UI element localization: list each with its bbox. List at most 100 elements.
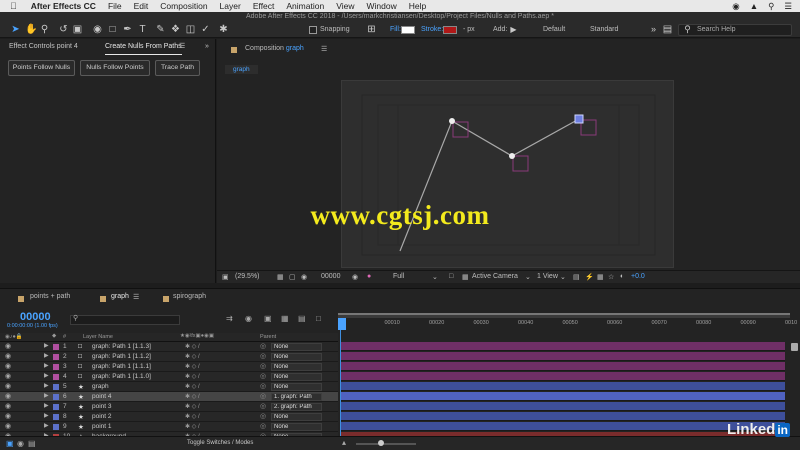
fill-label[interactable]: Fill: [390, 26, 401, 33]
mask-toggle-icon[interactable]: ▢ [289, 273, 296, 281]
brush-tool-icon[interactable]: ✎ [155, 24, 166, 35]
label-color[interactable] [53, 384, 59, 390]
current-time-indicator[interactable] [338, 318, 346, 330]
pick-whip-icon[interactable]: ◎ [260, 422, 266, 430]
exposure-value[interactable]: +0.0 [631, 273, 645, 280]
switches-column-icon[interactable]: ★◉\fx▣●◉▣ [180, 333, 214, 339]
zoom-slider[interactable] [356, 443, 416, 445]
channel-icon[interactable]: ● [367, 273, 371, 280]
flowchart-icon[interactable]: ☆ [608, 273, 614, 281]
layer-name[interactable]: graph: Path 1 [1.1.1] [92, 363, 151, 370]
comp-panel-title[interactable]: Composition graph [245, 45, 304, 52]
fill-swatch[interactable] [401, 26, 415, 34]
motion-blur-icon[interactable]: □ [316, 314, 321, 323]
menu-view[interactable]: View [330, 1, 360, 11]
snapping-checkbox[interactable] [309, 26, 317, 34]
draft-3d-icon[interactable]: ◉ [245, 314, 252, 323]
layer-row[interactable]: ◉ ▶ 4 □ graph: Path 1 [1.1.0] ✱ ◇ / ◎ None [0, 372, 338, 382]
menu-edit[interactable]: Edit [128, 1, 155, 11]
expand-triangle-icon[interactable]: ▶ [44, 342, 49, 349]
expand-triangle-icon[interactable]: ▶ [44, 402, 49, 409]
type-tool-icon[interactable]: T [137, 24, 148, 35]
menu-app[interactable]: After Effects CC [25, 1, 102, 11]
tab-graph-menu-icon[interactable]: ☰ [133, 293, 139, 301]
expand-triangle-icon[interactable]: ▶ [44, 382, 49, 389]
layer-name[interactable]: graph [92, 383, 109, 390]
tab-create-nulls[interactable]: Create Nulls From Paths [105, 39, 182, 55]
layer-row[interactable]: ◉ ▶ 7 ★ point 3 ✱ ◇ / ◎ 2. graph: Path [0, 402, 338, 412]
visibility-eye-icon[interactable]: ◉ [5, 362, 11, 370]
layer-duration-bar[interactable] [340, 392, 785, 401]
more-workspaces-icon[interactable]: » [648, 24, 659, 35]
search-help-input[interactable]: Search Help [678, 24, 792, 36]
parent-select[interactable]: 1. graph: Path [271, 393, 322, 401]
layer-row[interactable]: ◉ ▶ 2 □ graph: Path 1 [1.1.2] ✱ ◇ / ◎ None [0, 352, 338, 362]
layer-duration-bar[interactable] [340, 342, 785, 351]
expand-triangle-icon[interactable]: ▶ [44, 352, 49, 359]
expand-triangle-icon[interactable]: ▶ [44, 422, 49, 429]
layer-name[interactable]: graph: Path 1 [1.1.2] [92, 353, 151, 360]
snap-options-icon[interactable]: ⊞ [366, 24, 377, 35]
selected-path-vertex[interactable] [574, 114, 584, 124]
parent-select[interactable]: None [271, 423, 322, 431]
comp-panel-menu-icon[interactable]: ☰ [321, 45, 327, 53]
menu-composition[interactable]: Composition [154, 1, 213, 11]
parent-select[interactable]: None [271, 343, 322, 351]
layer-name-column[interactable]: Layer Name [83, 334, 113, 340]
transfer-controls-icon[interactable]: ◉ [17, 439, 24, 448]
grid-icon[interactable]: ▦ [277, 273, 284, 281]
camera-select[interactable]: Active Camera [472, 273, 518, 280]
panel-menu-icon[interactable]: ☰ [179, 39, 185, 55]
switches-icon[interactable]: ✱ ◇ / [185, 343, 200, 350]
layer-name[interactable]: point 4 [92, 393, 112, 400]
pick-whip-icon[interactable]: ◎ [260, 352, 266, 360]
pen-tool-icon[interactable]: ✒ [122, 24, 133, 35]
stroke-label[interactable]: Stroke: [421, 26, 443, 33]
in-out-icon[interactable]: ▤ [28, 439, 36, 448]
switches-icon[interactable]: ✱ ◇ / [185, 353, 200, 360]
layer-name[interactable]: point 3 [92, 403, 112, 410]
workspace-default[interactable]: Default [543, 26, 565, 33]
exposure-icon[interactable]: ◐ [620, 273, 624, 280]
layer-row[interactable]: ◉ ▶ 5 ★ graph ✱ ◇ / ◎ None [0, 382, 338, 392]
label-color[interactable] [53, 424, 59, 430]
hand-tool-icon[interactable]: ✋ [25, 24, 37, 35]
resolution-chevron-icon[interactable]: ⌄ [432, 273, 438, 281]
pick-whip-icon[interactable]: ◎ [260, 342, 266, 350]
pick-whip-icon[interactable]: ◎ [260, 372, 266, 380]
parent-select[interactable]: None [271, 353, 322, 361]
switches-icon[interactable]: ✱ ◇ / [185, 403, 200, 410]
layer-duration-bar[interactable] [340, 352, 785, 361]
puppet-tool-icon[interactable]: ✱ [218, 24, 229, 35]
null-box[interactable] [512, 155, 529, 172]
timeline-icon[interactable]: ▦ [597, 273, 604, 281]
resolution-select[interactable]: Full [393, 273, 404, 280]
number-column-icon[interactable]: # [63, 334, 66, 340]
zoom-slider-handle[interactable] [378, 440, 384, 446]
timeline-scrollbar-handle[interactable] [791, 343, 798, 351]
label-color[interactable] [53, 374, 59, 380]
label-column-icon[interactable]: ◆ [52, 333, 56, 339]
region-icon[interactable]: □ [449, 273, 453, 280]
wifi-icon[interactable]: ▲ [750, 1, 758, 11]
label-color[interactable] [53, 354, 59, 360]
camera-chevron-icon[interactable]: ⌄ [525, 273, 531, 281]
zoom-tool-icon[interactable]: ⚲ [39, 24, 50, 35]
tab-spirograph[interactable]: spirograph [173, 293, 206, 300]
layer-name[interactable]: graph: Path 1 [1.1.3] [92, 343, 151, 350]
menu-window[interactable]: Window [360, 1, 402, 11]
label-color[interactable] [53, 414, 59, 420]
layer-switches-icon[interactable]: ▣ [6, 439, 14, 448]
layer-duration-bar[interactable] [340, 402, 785, 411]
label-color[interactable] [53, 394, 59, 400]
expand-triangle-icon[interactable]: ▶ [44, 412, 49, 419]
label-color[interactable] [53, 404, 59, 410]
transparency-icon[interactable]: ▦ [462, 273, 469, 281]
notification-icon[interactable]: ☰ [784, 1, 792, 12]
graph-editor-icon[interactable]: ▤ [298, 314, 306, 323]
layer-duration-bar[interactable] [340, 412, 785, 421]
layer-row[interactable]: ◉ ▶ 8 ★ point 2 ✱ ◇ / ◎ None [0, 412, 338, 422]
pick-whip-icon[interactable]: ◎ [260, 392, 266, 400]
toggle-switches-modes-button[interactable]: Toggle Switches / Modes [187, 440, 253, 446]
apple-icon[interactable]:  [0, 1, 25, 11]
